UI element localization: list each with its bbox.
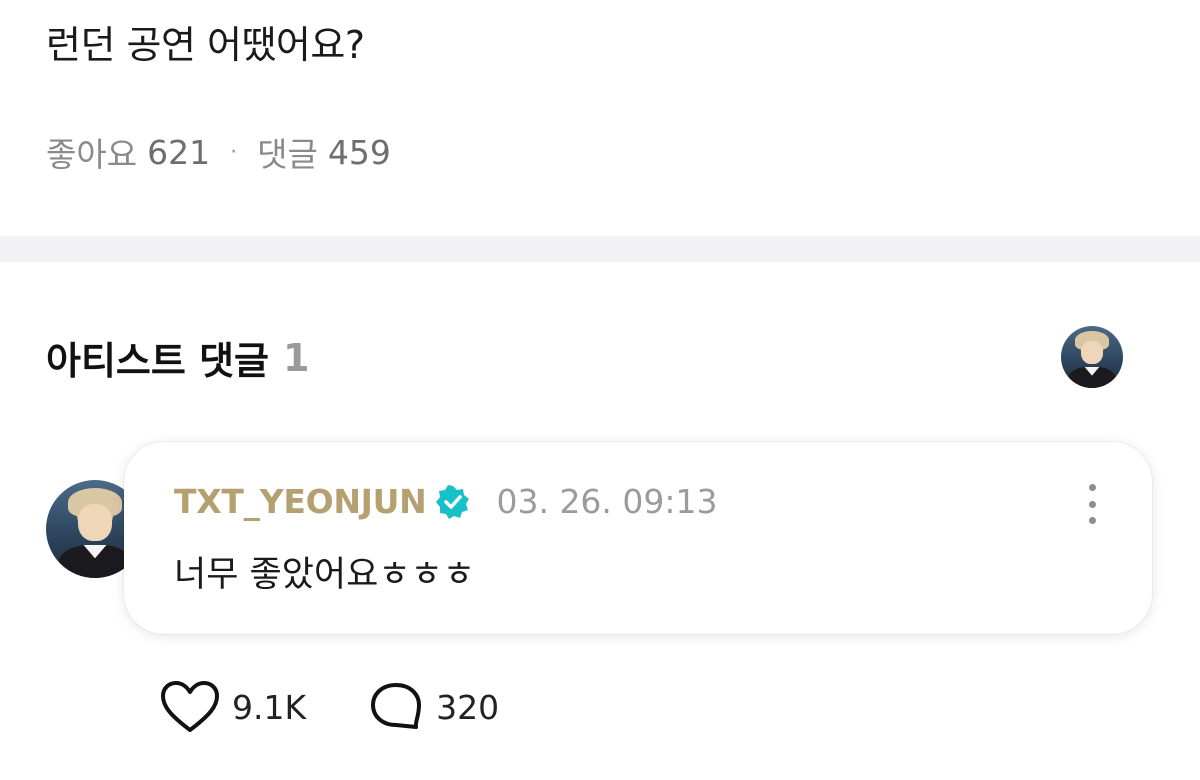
artist-avatar-small[interactable] (1061, 326, 1123, 388)
speech-bubble-icon (371, 683, 422, 729)
stats-separator: · (230, 139, 238, 165)
comment-actions: 9.1K 320 (160, 680, 499, 734)
comment-username[interactable]: TXT_YEONJUN (174, 482, 427, 521)
comment-card: TXT_YEONJUN 03. 26. 09:13 너무 좋았어요ㅎㅎㅎ (124, 442, 1152, 634)
post-title: 런던 공연 어땠어요? (46, 23, 365, 67)
like-button[interactable]: 9.1K (160, 680, 306, 734)
more-options-icon[interactable] (1080, 484, 1104, 524)
post-stats: 좋아요 621 · 댓글 459 (46, 128, 391, 176)
reply-count: 320 (436, 687, 500, 727)
heart-icon (161, 681, 219, 732)
like-count: 9.1K (232, 687, 307, 727)
comment-text: 너무 좋았어요ㅎㅎㅎ (174, 555, 475, 595)
comments-label: 댓글 (257, 135, 318, 174)
comments-count: 459 (327, 132, 391, 172)
likes-count: 621 (147, 132, 211, 172)
likes-label: 좋아요 (46, 135, 138, 174)
comment-timestamp: 03. 26. 09:13 (496, 482, 718, 521)
artist-comments-count: 1 (283, 335, 310, 380)
reply-button[interactable]: 320 (368, 680, 499, 734)
comment-header: TXT_YEONJUN 03. 26. 09:13 (174, 482, 718, 521)
artist-comments-heading: 아티스트 댓글 1 (46, 330, 309, 385)
verified-check-icon (436, 484, 470, 519)
artist-comments-title: 아티스트 댓글 (46, 339, 269, 383)
section-divider (0, 236, 1200, 262)
